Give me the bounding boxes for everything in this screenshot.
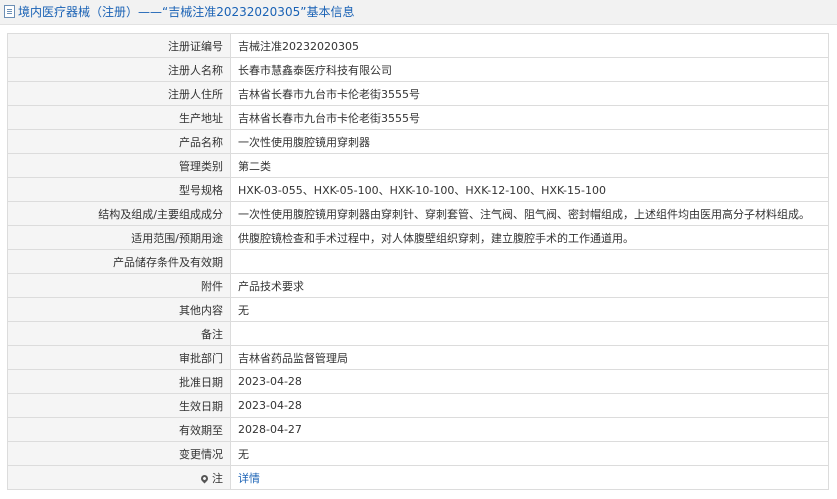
table-row: 结构及组成/主要组成成分 一次性使用腹腔镜用穿刺器由穿刺针、穿刺套管、注气阀、阻… bbox=[7, 201, 829, 226]
row-value: 无 bbox=[230, 441, 829, 466]
row-label: 有效期至 bbox=[7, 417, 231, 442]
table-row: 管理类别 第二类 bbox=[7, 153, 829, 178]
row-value: 吉林省长春市九台市卡伦老街3555号 bbox=[230, 105, 829, 130]
row-label: 结构及组成/主要组成成分 bbox=[7, 201, 231, 226]
row-label: 变更情况 bbox=[7, 441, 231, 466]
table-row: 备注 bbox=[7, 321, 829, 346]
row-label: 其他内容 bbox=[7, 297, 231, 322]
note-row: 注 详情 bbox=[7, 465, 829, 490]
table-row: 附件 产品技术要求 bbox=[7, 273, 829, 298]
header-category: 境内医疗器械（注册） bbox=[18, 5, 139, 19]
note-label-cell: 注 bbox=[7, 465, 231, 490]
row-label: 产品名称 bbox=[7, 129, 231, 154]
row-value: 一次性使用腹腔镜用穿刺器 bbox=[230, 129, 829, 154]
table-row: 产品储存条件及有效期 bbox=[7, 249, 829, 274]
row-value: 第二类 bbox=[230, 153, 829, 178]
row-value: 吉械注准20232020305 bbox=[230, 33, 829, 58]
table-row: 注册人名称 长春市慧鑫泰医疗科技有限公司 bbox=[7, 57, 829, 82]
row-value: 长春市慧鑫泰医疗科技有限公司 bbox=[230, 57, 829, 82]
row-label: 管理类别 bbox=[7, 153, 231, 178]
table-row: 审批部门 吉林省药品监督管理局 bbox=[7, 345, 829, 370]
row-label: 备注 bbox=[7, 321, 231, 346]
row-label: 注册人住所 bbox=[7, 81, 231, 106]
header-suffix: 基本信息 bbox=[306, 5, 355, 19]
table-row: 适用范围/预期用途 供腹腔镜检查和手术过程中，对人体腹壁组织穿刺，建立腹腔手术的… bbox=[7, 225, 829, 250]
row-label: 批准日期 bbox=[7, 369, 231, 394]
note-label: 注 bbox=[212, 471, 223, 485]
table-row: 变更情况 无 bbox=[7, 441, 829, 466]
table-row: 其他内容 无 bbox=[7, 297, 829, 322]
row-value: HXK-03-055、HXK-05-100、HXK-10-100、HXK-12-… bbox=[230, 177, 829, 202]
row-label: 注册人名称 bbox=[7, 57, 231, 82]
row-value: 吉林省药品监督管理局 bbox=[230, 345, 829, 370]
row-value: 产品技术要求 bbox=[230, 273, 829, 298]
table-row: 产品名称 一次性使用腹腔镜用穿刺器 bbox=[7, 129, 829, 154]
row-value: 一次性使用腹腔镜用穿刺器由穿刺针、穿刺套管、注气阀、阻气阀、密封帽组成，上述组件… bbox=[230, 201, 829, 226]
location-pin-icon bbox=[199, 473, 210, 483]
basic-info-table: 注册证编号 吉械注准20232020305 注册人名称 长春市慧鑫泰医疗科技有限… bbox=[7, 33, 829, 490]
header-cert-title: “吉械注准20232020305” bbox=[162, 5, 307, 19]
row-label: 注册证编号 bbox=[7, 33, 231, 58]
info-panel: 注册证编号 吉械注准20232020305 注册人名称 长春市慧鑫泰医疗科技有限… bbox=[7, 33, 829, 490]
row-label: 产品储存条件及有效期 bbox=[7, 249, 231, 274]
row-label: 型号规格 bbox=[7, 177, 231, 202]
row-label: 适用范围/预期用途 bbox=[7, 225, 231, 250]
document-icon bbox=[4, 5, 15, 18]
table-row: 有效期至 2028-04-27 bbox=[7, 417, 829, 442]
row-value bbox=[230, 321, 829, 346]
row-label: 生效日期 bbox=[7, 393, 231, 418]
page-header: 境内医疗器械（注册）——“吉械注准20232020305”基本信息 bbox=[0, 0, 837, 25]
row-value: 2023-04-28 bbox=[230, 369, 829, 394]
table-row: 型号规格 HXK-03-055、HXK-05-100、HXK-10-100、HX… bbox=[7, 177, 829, 202]
note-value-cell: 详情 bbox=[230, 465, 829, 490]
row-label: 生产地址 bbox=[7, 105, 231, 130]
table-row: 生效日期 2023-04-28 bbox=[7, 393, 829, 418]
table-row: 批准日期 2023-04-28 bbox=[7, 369, 829, 394]
table-row: 注册证编号 吉械注准20232020305 bbox=[7, 33, 829, 58]
row-value: 吉林省长春市九台市卡伦老街3555号 bbox=[230, 81, 829, 106]
table-row: 注册人住所 吉林省长春市九台市卡伦老街3555号 bbox=[7, 81, 829, 106]
header-separator: —— bbox=[138, 5, 163, 19]
row-value: 无 bbox=[230, 297, 829, 322]
row-value: 2023-04-28 bbox=[230, 393, 829, 418]
row-value: 供腹腔镜检查和手术过程中，对人体腹壁组织穿刺，建立腹腔手术的工作通道用。 bbox=[230, 225, 829, 250]
details-link[interactable]: 详情 bbox=[238, 472, 260, 485]
table-row: 生产地址 吉林省长春市九台市卡伦老街3555号 bbox=[7, 105, 829, 130]
row-label: 审批部门 bbox=[7, 345, 231, 370]
row-value bbox=[230, 249, 829, 274]
row-label: 附件 bbox=[7, 273, 231, 298]
row-value: 2028-04-27 bbox=[230, 417, 829, 442]
